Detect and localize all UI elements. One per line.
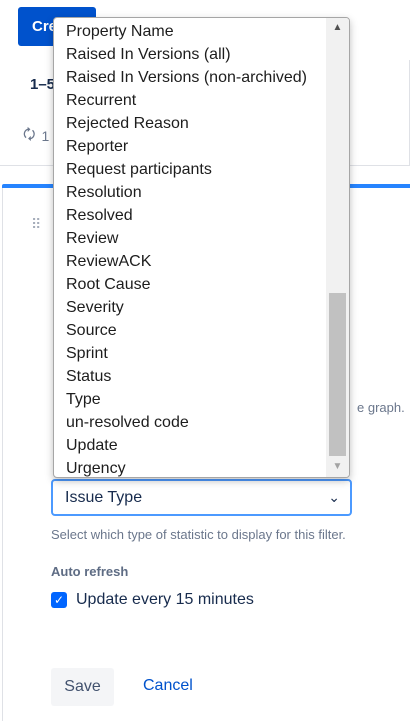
dropdown-option[interactable]: Rejected Reason xyxy=(54,112,326,135)
dropdown-option[interactable]: Status xyxy=(54,365,326,388)
dropdown-option[interactable]: Resolution xyxy=(54,181,326,204)
dropdown-option[interactable]: Severity xyxy=(54,296,326,319)
statistic-type-dropdown[interactable]: Property Name Raised In Versions (all) Rai… xyxy=(53,17,350,478)
scroll-up-icon[interactable]: ▲ xyxy=(326,18,349,38)
dropdown-option[interactable]: Property Name xyxy=(54,20,326,43)
dropdown-option[interactable]: un-resolved code xyxy=(54,411,326,434)
statistic-type-select[interactable]: Issue Type ⌄ xyxy=(51,479,352,516)
graph-hint-text: e graph. xyxy=(357,400,405,415)
refresh-icon[interactable]: 🗘 xyxy=(23,124,36,148)
dropdown-option[interactable]: Raised In Versions (all) xyxy=(54,43,326,66)
save-button[interactable]: Save xyxy=(51,668,114,706)
dropdown-option[interactable]: Recurrent xyxy=(54,89,326,112)
dropdown-option[interactable]: Root Cause xyxy=(54,273,326,296)
scroll-down-icon[interactable]: ▼ xyxy=(326,457,349,477)
auto-refresh-checkbox[interactable]: ✓ xyxy=(51,592,67,608)
dropdown-scrollbar[interactable]: ▲ ▼ xyxy=(326,18,349,477)
dropdown-option[interactable]: Type xyxy=(54,388,326,411)
dropdown-options: Property Name Raised In Versions (all) Rai… xyxy=(54,20,326,477)
scrollbar-thumb[interactable] xyxy=(329,293,346,456)
dropdown-option[interactable]: Reporter xyxy=(54,135,326,158)
cancel-button[interactable]: Cancel xyxy=(143,677,193,695)
auto-refresh-option[interactable]: ✓ Update every 15 minutes xyxy=(51,591,254,609)
dropdown-option[interactable]: Request participants xyxy=(54,158,326,181)
dropdown-option[interactable]: Raised In Versions (non-archived) xyxy=(54,66,326,89)
refresh-row: 🗘 1 xyxy=(23,124,49,148)
auto-refresh-option-label: Update every 15 minutes xyxy=(76,591,254,608)
dropdown-option[interactable]: ReviewACK xyxy=(54,250,326,273)
card-title: 1–5 xyxy=(30,76,56,93)
dropdown-option[interactable]: Sprint xyxy=(54,342,326,365)
dropdown-option[interactable]: Source xyxy=(54,319,326,342)
dropdown-option[interactable]: Resolved xyxy=(54,204,326,227)
chevron-down-icon: ⌄ xyxy=(328,489,340,505)
drag-handle-icon[interactable]: ⠿ xyxy=(31,216,41,233)
refresh-count: 1 xyxy=(41,128,50,144)
auto-refresh-label: Auto refresh xyxy=(51,564,129,579)
dropdown-option[interactable]: Update xyxy=(54,434,326,457)
statistic-type-value: Issue Type xyxy=(65,489,143,506)
dropdown-option[interactable]: Urgency xyxy=(54,457,326,477)
statistic-help-text: Select which type of statistic to displa… xyxy=(51,527,346,542)
dropdown-option[interactable]: Review xyxy=(54,227,326,250)
